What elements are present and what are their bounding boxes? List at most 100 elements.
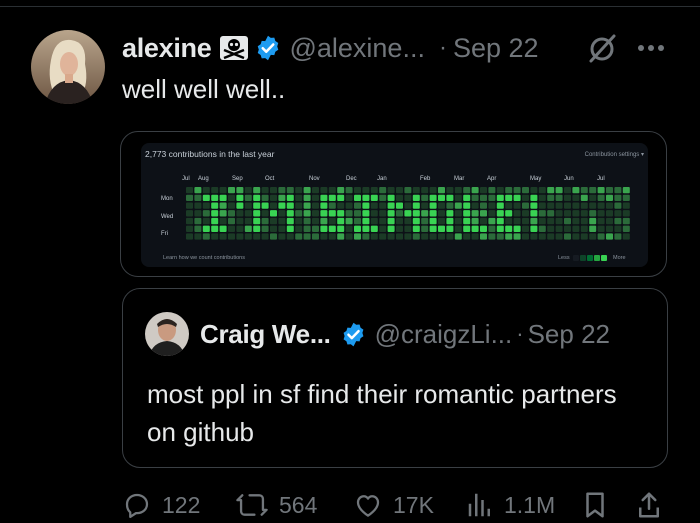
contribution-cell [597,194,605,202]
contribution-cell [555,202,563,209]
contribution-cell [572,225,580,232]
contribution-cell [505,217,513,225]
contribution-cell [303,233,311,240]
contribution-cell [370,233,378,240]
verified-badge-icon[interactable] [254,34,282,62]
contribution-cell [622,210,630,217]
more-options-icon[interactable] [636,41,666,55]
contribution-cell [278,210,286,217]
contribution-cell [295,225,303,232]
contribution-cell [295,217,303,225]
contribution-cell [572,194,580,202]
contribution-cell [244,210,252,217]
contribution-cell [614,187,622,194]
views-button[interactable]: 1.1M [466,490,555,520]
contribution-cell [186,225,193,232]
grok-icon[interactable] [585,32,619,66]
contribution-cell [219,233,227,240]
contribution-cell [547,217,555,225]
contribution-cell [303,187,311,194]
quoted-tweet[interactable]: Craig We... @craigzLi... · Sep 22 most p… [122,288,668,468]
contribution-cell [496,233,504,240]
quoted-author-name[interactable]: Craig We... [200,319,331,350]
contribution-cell [572,187,580,194]
contribution-cell [496,194,504,202]
contribution-cell [454,225,462,232]
contribution-cell [429,225,437,232]
month-label: Oct [265,176,275,182]
contribution-cell [505,187,513,194]
contribution-cell [253,217,261,225]
contribution-cell [614,217,622,225]
reply-button[interactable]: 122 [122,490,200,520]
author-avatar[interactable] [31,30,105,104]
quoted-author-handle[interactable]: @craigzLi... [375,319,513,350]
contribution-cell [538,194,546,202]
contribution-cell [522,187,529,194]
contribution-cell [228,225,235,232]
month-label: Nov [309,176,320,182]
contribution-cell [480,233,487,240]
contribution-cell [320,233,328,240]
contribution-cell [580,225,588,232]
bookmark-button[interactable] [582,490,608,520]
contribution-cell [438,187,445,194]
contribution-cell [295,210,303,217]
contribution-cell [446,210,454,217]
contribution-cell [278,225,286,232]
contribution-cell [496,202,504,209]
contribution-cell [286,225,294,232]
retweet-count: 564 [279,491,318,518]
contribution-cell [261,202,269,209]
retweet-button[interactable]: 564 [235,490,317,520]
contribution-cell [421,187,429,194]
contribution-cell [547,210,555,217]
contribution-cell [354,225,361,232]
contribution-cell [589,233,597,240]
contribution-cell [362,233,370,240]
contribution-cell [547,194,555,202]
contribution-cell [606,217,613,225]
author-name[interactable]: alexine [122,33,212,64]
contribution-cell [261,187,269,194]
contribution-cell [589,225,597,232]
share-button[interactable] [636,490,662,520]
contribution-cell [463,217,471,225]
reply-icon [125,493,149,518]
contribution-cell [580,202,588,209]
contribution-cell [261,225,269,232]
contribution-cell [580,217,588,225]
contribution-cell [446,202,454,209]
contribution-cell [362,225,370,232]
like-button[interactable]: 17K [353,490,434,520]
verified-badge-icon[interactable] [340,321,367,348]
contribution-cell [396,194,403,202]
contribution-cell [219,210,227,217]
contribution-cell [194,233,202,240]
contribution-grid [186,187,630,240]
contribution-cell [202,194,210,202]
contribution-cell [379,233,387,240]
contribution-cell [312,187,319,194]
tweet-date[interactable]: Sep 22 [453,33,539,64]
contribution-cell [354,233,361,240]
author-handle[interactable]: @alexine... [289,33,424,64]
contribution-cell [589,194,597,202]
contribution-cell [337,187,345,194]
quoted-author-avatar[interactable] [145,312,189,356]
quoted-tweet-date[interactable]: Sep 22 [528,319,610,350]
contribution-cell [219,225,227,232]
contribution-cell [580,210,588,217]
contribution-cell [580,194,588,202]
contribution-cell [555,194,563,202]
tweet-media-image[interactable]: 2,773 contributions in the last year Con… [120,131,667,277]
contribution-cell [471,225,479,232]
contribution-cell [270,194,277,202]
contribution-cell [211,233,219,240]
contribution-cell [345,210,353,217]
contribution-cell [295,202,303,209]
contribution-cell [186,187,193,194]
contribution-cell [278,217,286,225]
contribution-cell [228,217,235,225]
contribution-cell [429,217,437,225]
